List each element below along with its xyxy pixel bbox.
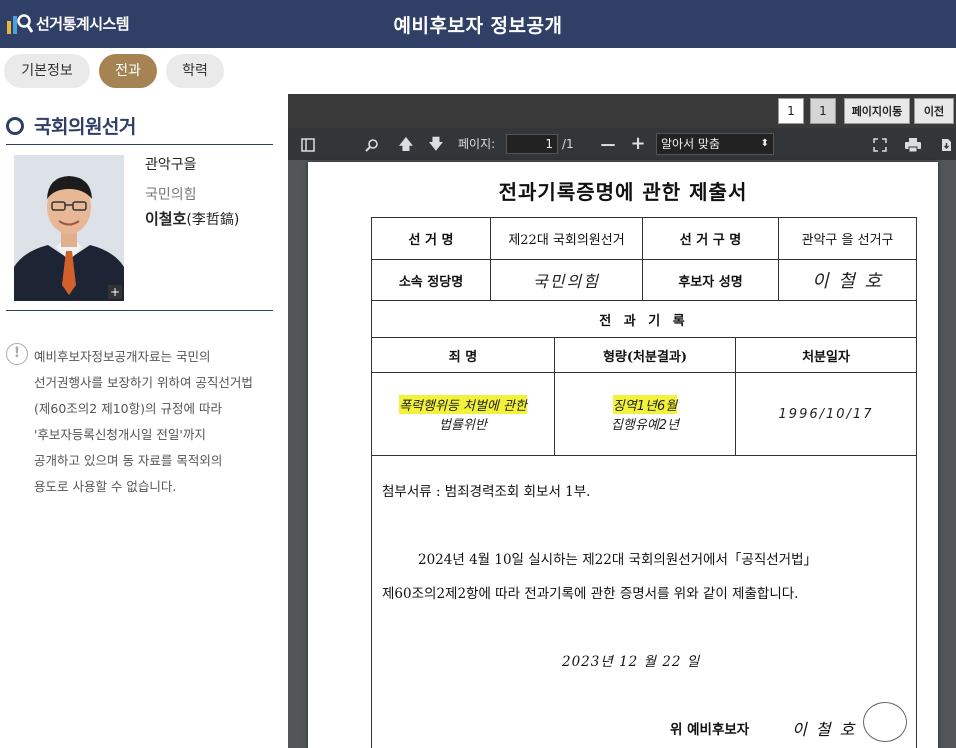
- col-penalty: 형량(처분결과): [554, 337, 736, 373]
- date-value: 1996/10/17: [735, 372, 917, 456]
- divider: [6, 144, 273, 145]
- notice-line: 용도로 사용할 수 없습니다.: [34, 479, 177, 494]
- zoom-value: 알아서 맞춤: [661, 137, 721, 151]
- page-number-input[interactable]: 1: [506, 134, 558, 154]
- zoom-select[interactable]: 알아서 맞춤 ⬍: [656, 133, 774, 155]
- prev-button[interactable]: 이전: [914, 98, 954, 124]
- page-down-icon[interactable]: 🡇: [426, 128, 446, 160]
- tab-basic-info[interactable]: 기본정보: [4, 54, 90, 88]
- seal-stamp: [863, 702, 907, 742]
- zoom-in-icon[interactable]: +: [628, 128, 648, 160]
- page-title: 예비후보자 정보공개: [393, 15, 563, 37]
- signed-date: 2023년 12 월 22 일: [562, 654, 701, 670]
- page-count: /1: [562, 137, 574, 151]
- candidate-party: 국민의힘: [145, 187, 197, 203]
- value-party: 국민의힘: [490, 259, 643, 301]
- col-date: 처분일자: [735, 337, 917, 373]
- download-icon[interactable]: [936, 128, 956, 160]
- tab-criminal-record[interactable]: 전과: [99, 54, 157, 88]
- tab-bar: 기본정보 전과 학력: [0, 48, 956, 94]
- label-name: 후보자 성명: [642, 259, 779, 301]
- page-navigation-bar: 1 1 페이지이동 이전: [288, 94, 956, 128]
- election-heading: 국회의원선거: [6, 112, 136, 139]
- total-pages: 1: [810, 98, 836, 124]
- fullscreen-icon[interactable]: [870, 128, 890, 160]
- zoom-out-icon[interactable]: —: [598, 128, 618, 160]
- print-icon[interactable]: [902, 128, 924, 160]
- penalty-value: 징역1년6월 집행유예2년: [554, 372, 736, 456]
- disclosure-notice: 예비후보자정보공개자료는 국민의 선거권행사를 보장하기 위하여 공직선거법 (…: [34, 344, 284, 500]
- app-header: 선거통계시스템 예비후보자 정보공개: [0, 0, 956, 48]
- search-icon[interactable]: [362, 128, 382, 160]
- tab-education[interactable]: 학력: [166, 54, 224, 88]
- goto-page-button[interactable]: 페이지이동: [844, 98, 910, 124]
- candidate-district: 관악구을: [145, 157, 197, 173]
- value-district: 관악구 을 선거구: [778, 217, 917, 260]
- notice-line: (제60조의2 제10항)의 규정에 따라: [34, 401, 222, 416]
- divider: [6, 310, 273, 311]
- document-title: 전과기록증명에 관한 제출서: [498, 180, 748, 204]
- col-crime: 죄 명: [371, 337, 555, 373]
- notice-line: 예비후보자정보공개자료는 국민의: [34, 349, 211, 364]
- crime-value: 폭력행위등 처벌에 관한 법률위반: [371, 372, 555, 456]
- attachment-note: 첨부서류 : 범죄경력조회 회보서 1부.: [382, 484, 591, 500]
- value-name: 이 철 호: [778, 259, 917, 301]
- election-name: 국회의원선거: [34, 116, 136, 138]
- document-page: 전과기록증명에 관한 제출서 선 거 명 제22대 국회의원선거 선 거 구 명…: [308, 162, 938, 748]
- pdf-viewer: 1 1 페이지이동 이전 🡅 🡇 페이지: 1 /1 — + 알아서 맞춤 ⬍: [288, 94, 956, 748]
- penalty-line: 집행유예2년: [610, 418, 680, 433]
- notice-line: 공개하고 있으며 동 자료를 목적외의: [34, 453, 223, 468]
- ring-icon: [6, 116, 24, 135]
- label-district: 선 거 구 명: [642, 217, 779, 260]
- crime-line: 법률위반: [439, 418, 487, 433]
- notice-line: 선거권행사를 보장하기 위하여 공직선거법: [34, 375, 253, 390]
- signature-name: 이 철 호: [792, 720, 857, 739]
- chevron-down-icon: ⬍: [760, 138, 769, 149]
- label-party: 소속 정당명: [371, 259, 491, 301]
- section-heading: 전 과 기 록: [371, 300, 917, 338]
- portrait-image: [14, 155, 124, 301]
- sidebar-toggle-icon[interactable]: [298, 128, 318, 160]
- page-label: 페이지:: [458, 137, 496, 151]
- crime-line: 폭력행위등 처벌에 관한: [399, 395, 527, 414]
- exclamation-icon: !: [6, 343, 28, 365]
- page-up-icon[interactable]: 🡅: [396, 128, 416, 160]
- current-page-input[interactable]: 1: [778, 98, 804, 124]
- photo-expand-icon[interactable]: +: [108, 285, 122, 299]
- pdf-toolbar: 🡅 🡇 페이지: 1 /1 — + 알아서 맞춤 ⬍: [288, 128, 956, 160]
- value-election: 제22대 국회의원선거: [490, 217, 643, 260]
- label-election: 선 거 명: [371, 217, 491, 260]
- penalty-line: 징역1년6월: [612, 395, 678, 414]
- candidate-photo[interactable]: +: [14, 155, 124, 301]
- statement-line: 제60조의2제2항에 따라 전과기록에 관한 증명서를 위와 같이 제출합니다.: [382, 586, 799, 602]
- notice-line: '후보자등록신청개시일 전일'까지: [34, 427, 206, 442]
- candidate-panel: 국회의원선거 + 관악구을 국민의힘 이철호(李哲鎬) ! 예비후보자정보공개자…: [0, 94, 288, 748]
- signature-prefix: 위 예비후보자: [670, 722, 750, 738]
- candidate-name-korean: 이철호: [145, 210, 187, 228]
- candidate-name: 이철호(李哲鎬): [145, 208, 239, 229]
- candidate-name-hanja: (李哲鎬): [186, 212, 240, 228]
- statement-line: 2024년 4월 10일 실시하는 제22대 국회의원선거에서「공직선거법」: [418, 552, 817, 568]
